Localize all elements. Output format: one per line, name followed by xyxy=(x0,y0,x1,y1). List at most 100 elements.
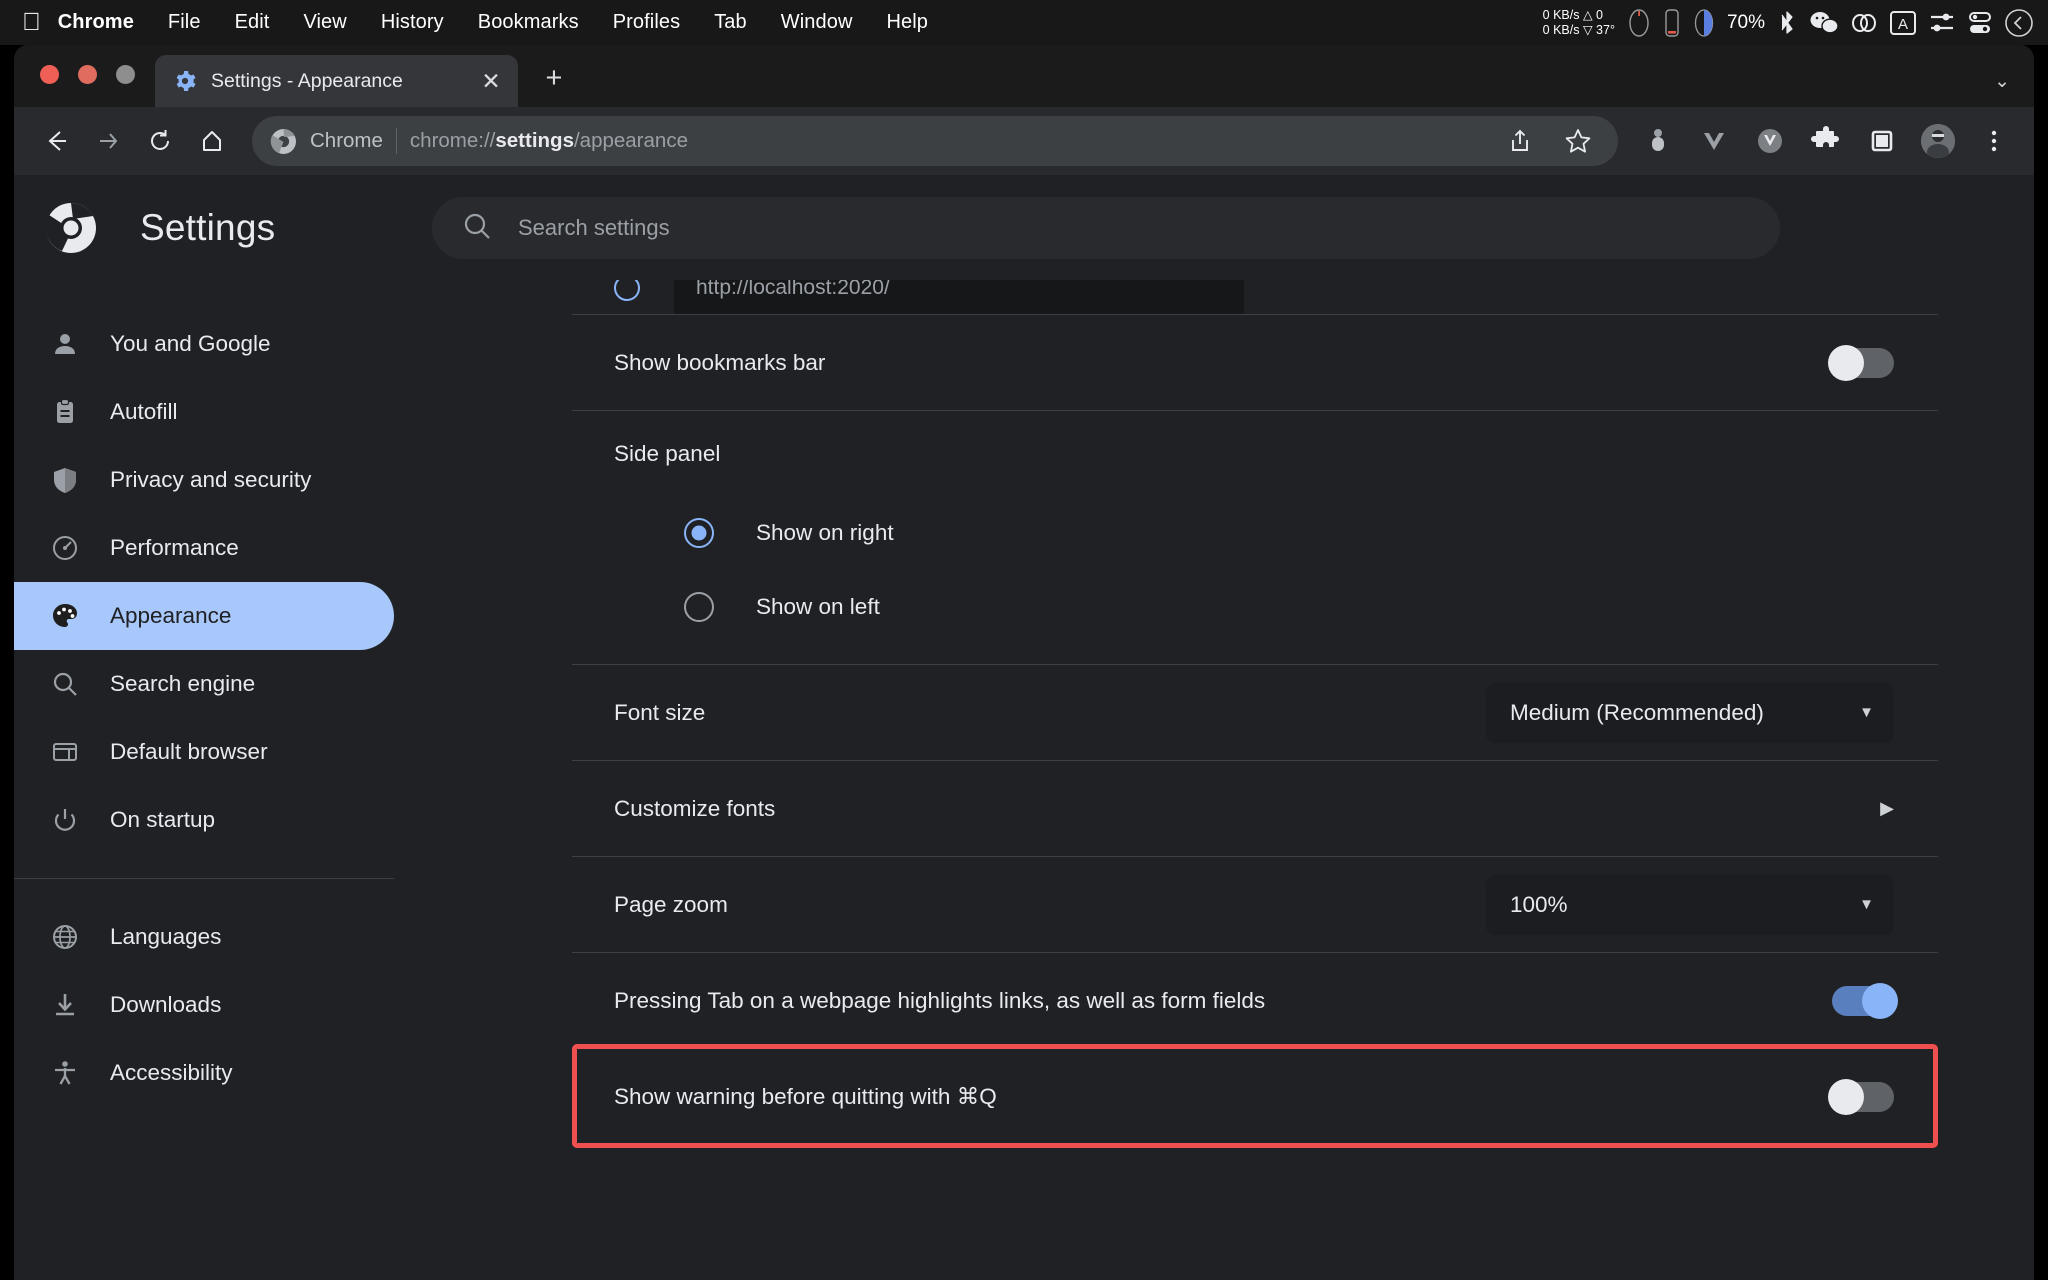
extension-pill-icon[interactable] xyxy=(1632,115,1684,167)
cpu-gauge-icon[interactable] xyxy=(1626,8,1652,38)
link-icon[interactable] xyxy=(1850,10,1878,36)
chrome-logo-icon xyxy=(270,128,297,155)
toggle-show-bookmarks-bar[interactable] xyxy=(1828,344,1894,381)
custom-url-input[interactable]: http://localhost:2020/ xyxy=(674,280,1244,314)
menu-file[interactable]: File xyxy=(151,11,218,34)
sidebar-item-default-browser[interactable]: Default browser xyxy=(14,718,394,786)
reload-icon[interactable] xyxy=(134,115,186,167)
settings-page: Settings Search settings You and Google xyxy=(14,175,2034,1280)
toggle-switch[interactable] xyxy=(1828,1078,1894,1115)
radio-row-show-on-right[interactable]: Show on right xyxy=(572,496,1938,570)
row-page-zoom[interactable]: Page zoom 100% ▼ xyxy=(572,856,1938,952)
close-icon[interactable]: ✕ xyxy=(478,69,504,93)
sidebar-item-label: Search engine xyxy=(110,671,256,696)
sidebar-item-performance[interactable]: Performance xyxy=(14,514,394,582)
close-window-button[interactable] xyxy=(40,65,59,84)
row-label: Customize fonts xyxy=(614,795,776,821)
radio-label: Show on left xyxy=(756,594,880,619)
chevron-down-icon: ▼ xyxy=(1859,896,1874,913)
display-icon[interactable] xyxy=(1967,9,1993,37)
dropdown-value: Medium (Recommended) xyxy=(1510,699,1764,725)
window-controls xyxy=(40,65,135,84)
screen:  Chrome File Edit View History Bookmark… xyxy=(0,0,2048,1280)
toggle-show-warning-before-quitting[interactable] xyxy=(1828,1078,1894,1115)
menu-profiles[interactable]: Profiles xyxy=(596,11,698,34)
siri-icon[interactable] xyxy=(2004,8,2034,38)
toggle-tab-highlights-links[interactable] xyxy=(1832,982,1898,1019)
forward-arrow-icon[interactable] xyxy=(82,115,134,167)
row-customize-fonts[interactable]: Customize fonts ▶ xyxy=(572,760,1938,856)
sidebar-item-accessibility[interactable]: Accessibility xyxy=(14,1039,394,1107)
row-font-size[interactable]: Font size Medium (Recommended) ▼ xyxy=(572,664,1938,760)
wechat-icon[interactable] xyxy=(1809,10,1839,36)
profile-avatar[interactable] xyxy=(1912,115,1964,167)
bluetooth-icon[interactable] xyxy=(1776,9,1798,37)
chrome-window: Settings - Appearance ✕ + ⌄ Chrome chrom… xyxy=(14,45,2034,1280)
battery-fill-icon[interactable] xyxy=(1692,8,1716,38)
toggle-knob xyxy=(1828,344,1864,381)
control-center-icon[interactable] xyxy=(1928,9,1956,37)
minimize-window-button[interactable] xyxy=(78,65,97,84)
radio-icon[interactable] xyxy=(684,518,714,548)
shield-icon xyxy=(50,465,80,495)
sidebar-item-you-and-google[interactable]: You and Google xyxy=(14,310,394,378)
menu-edit[interactable]: Edit xyxy=(218,11,287,34)
browser-tab-settings[interactable]: Settings - Appearance ✕ xyxy=(155,55,518,107)
accessibility-icon xyxy=(50,1058,80,1088)
toggle-switch[interactable] xyxy=(1828,344,1894,381)
sidebar-item-autofill[interactable]: Autofill xyxy=(14,378,394,446)
menu-chrome[interactable]: Chrome xyxy=(41,11,151,34)
vue-devtools-icon[interactable] xyxy=(1744,115,1796,167)
sidebar-item-on-startup[interactable]: On startup xyxy=(14,786,394,854)
download-icon xyxy=(50,990,80,1020)
menu-history[interactable]: History xyxy=(364,11,461,34)
menu-tab[interactable]: Tab xyxy=(697,11,764,34)
back-arrow-icon[interactable] xyxy=(30,115,82,167)
row-label: Pressing Tab on a webpage highlights lin… xyxy=(614,987,1266,1013)
address-bar[interactable]: Chrome chrome://settings/appearance xyxy=(252,116,1618,166)
input-source-icon[interactable]: A xyxy=(1889,9,1917,37)
row-tab-highlights-links[interactable]: Pressing Tab on a webpage highlights lin… xyxy=(572,952,1938,1048)
side-panel-icon[interactable] xyxy=(1856,115,1908,167)
page-zoom-control[interactable]: 100% ▼ xyxy=(1486,874,1894,935)
radio-icon[interactable] xyxy=(614,280,640,301)
customize-fonts-control[interactable]: ▶ xyxy=(1880,798,1894,819)
new-tab-button[interactable]: + xyxy=(539,64,569,93)
person-icon xyxy=(50,329,80,359)
chevron-down-icon[interactable]: ⌄ xyxy=(1994,70,2010,93)
battery-icon[interactable] xyxy=(1663,8,1681,38)
apple-logo-icon[interactable]:  xyxy=(22,10,41,35)
page-zoom-dropdown[interactable]: 100% ▼ xyxy=(1486,874,1894,935)
menu-help[interactable]: Help xyxy=(869,11,945,34)
vimium-v-icon[interactable] xyxy=(1688,115,1740,167)
tab-strip: Settings - Appearance ✕ + ⌄ xyxy=(14,45,2034,107)
font-size-control[interactable]: Medium (Recommended) ▼ xyxy=(1486,682,1894,743)
sidebar-item-appearance[interactable]: Appearance xyxy=(14,582,394,650)
radio-row-show-on-left[interactable]: Show on left xyxy=(572,570,1938,644)
menu-window[interactable]: Window xyxy=(764,11,870,34)
sidebar-item-label: Appearance xyxy=(110,603,232,628)
network-speed-indicator[interactable]: 0 KB/s △ 0 0 KB/s ▽ 37° xyxy=(1543,8,1615,38)
toggle-switch[interactable] xyxy=(1832,982,1898,1019)
menu-bookmarks[interactable]: Bookmarks xyxy=(461,11,596,34)
sidebar-item-privacy-and-security[interactable]: Privacy and security xyxy=(14,446,394,514)
three-dot-menu-icon[interactable] xyxy=(1968,115,2020,167)
sidebar-item-label: Performance xyxy=(110,535,239,560)
share-icon[interactable] xyxy=(1494,115,1546,167)
zoom-window-button[interactable] xyxy=(116,65,135,84)
row-show-bookmarks-bar[interactable]: Show bookmarks bar xyxy=(572,314,1938,410)
radio-icon[interactable] xyxy=(684,592,714,622)
puzzle-extensions-icon[interactable] xyxy=(1800,115,1852,167)
row-show-warning-before-quitting[interactable]: Show warning before quitting with ⌘Q xyxy=(572,1048,1938,1144)
menu-view[interactable]: View xyxy=(286,11,363,34)
font-size-dropdown[interactable]: Medium (Recommended) ▼ xyxy=(1486,682,1894,743)
chevron-right-icon: ▶ xyxy=(1880,798,1894,818)
sidebar-item-search-engine[interactable]: Search engine xyxy=(14,650,394,718)
sidebar-item-languages[interactable]: Languages xyxy=(14,903,394,971)
sidebar-item-label: You and Google xyxy=(110,331,271,356)
row-label: Show warning before quitting with ⌘Q xyxy=(614,1083,997,1109)
sidebar-item-downloads[interactable]: Downloads xyxy=(14,971,394,1039)
search-settings-box[interactable]: Search settings xyxy=(432,197,1780,259)
home-icon[interactable] xyxy=(186,115,238,167)
bookmark-star-icon[interactable] xyxy=(1552,115,1604,167)
